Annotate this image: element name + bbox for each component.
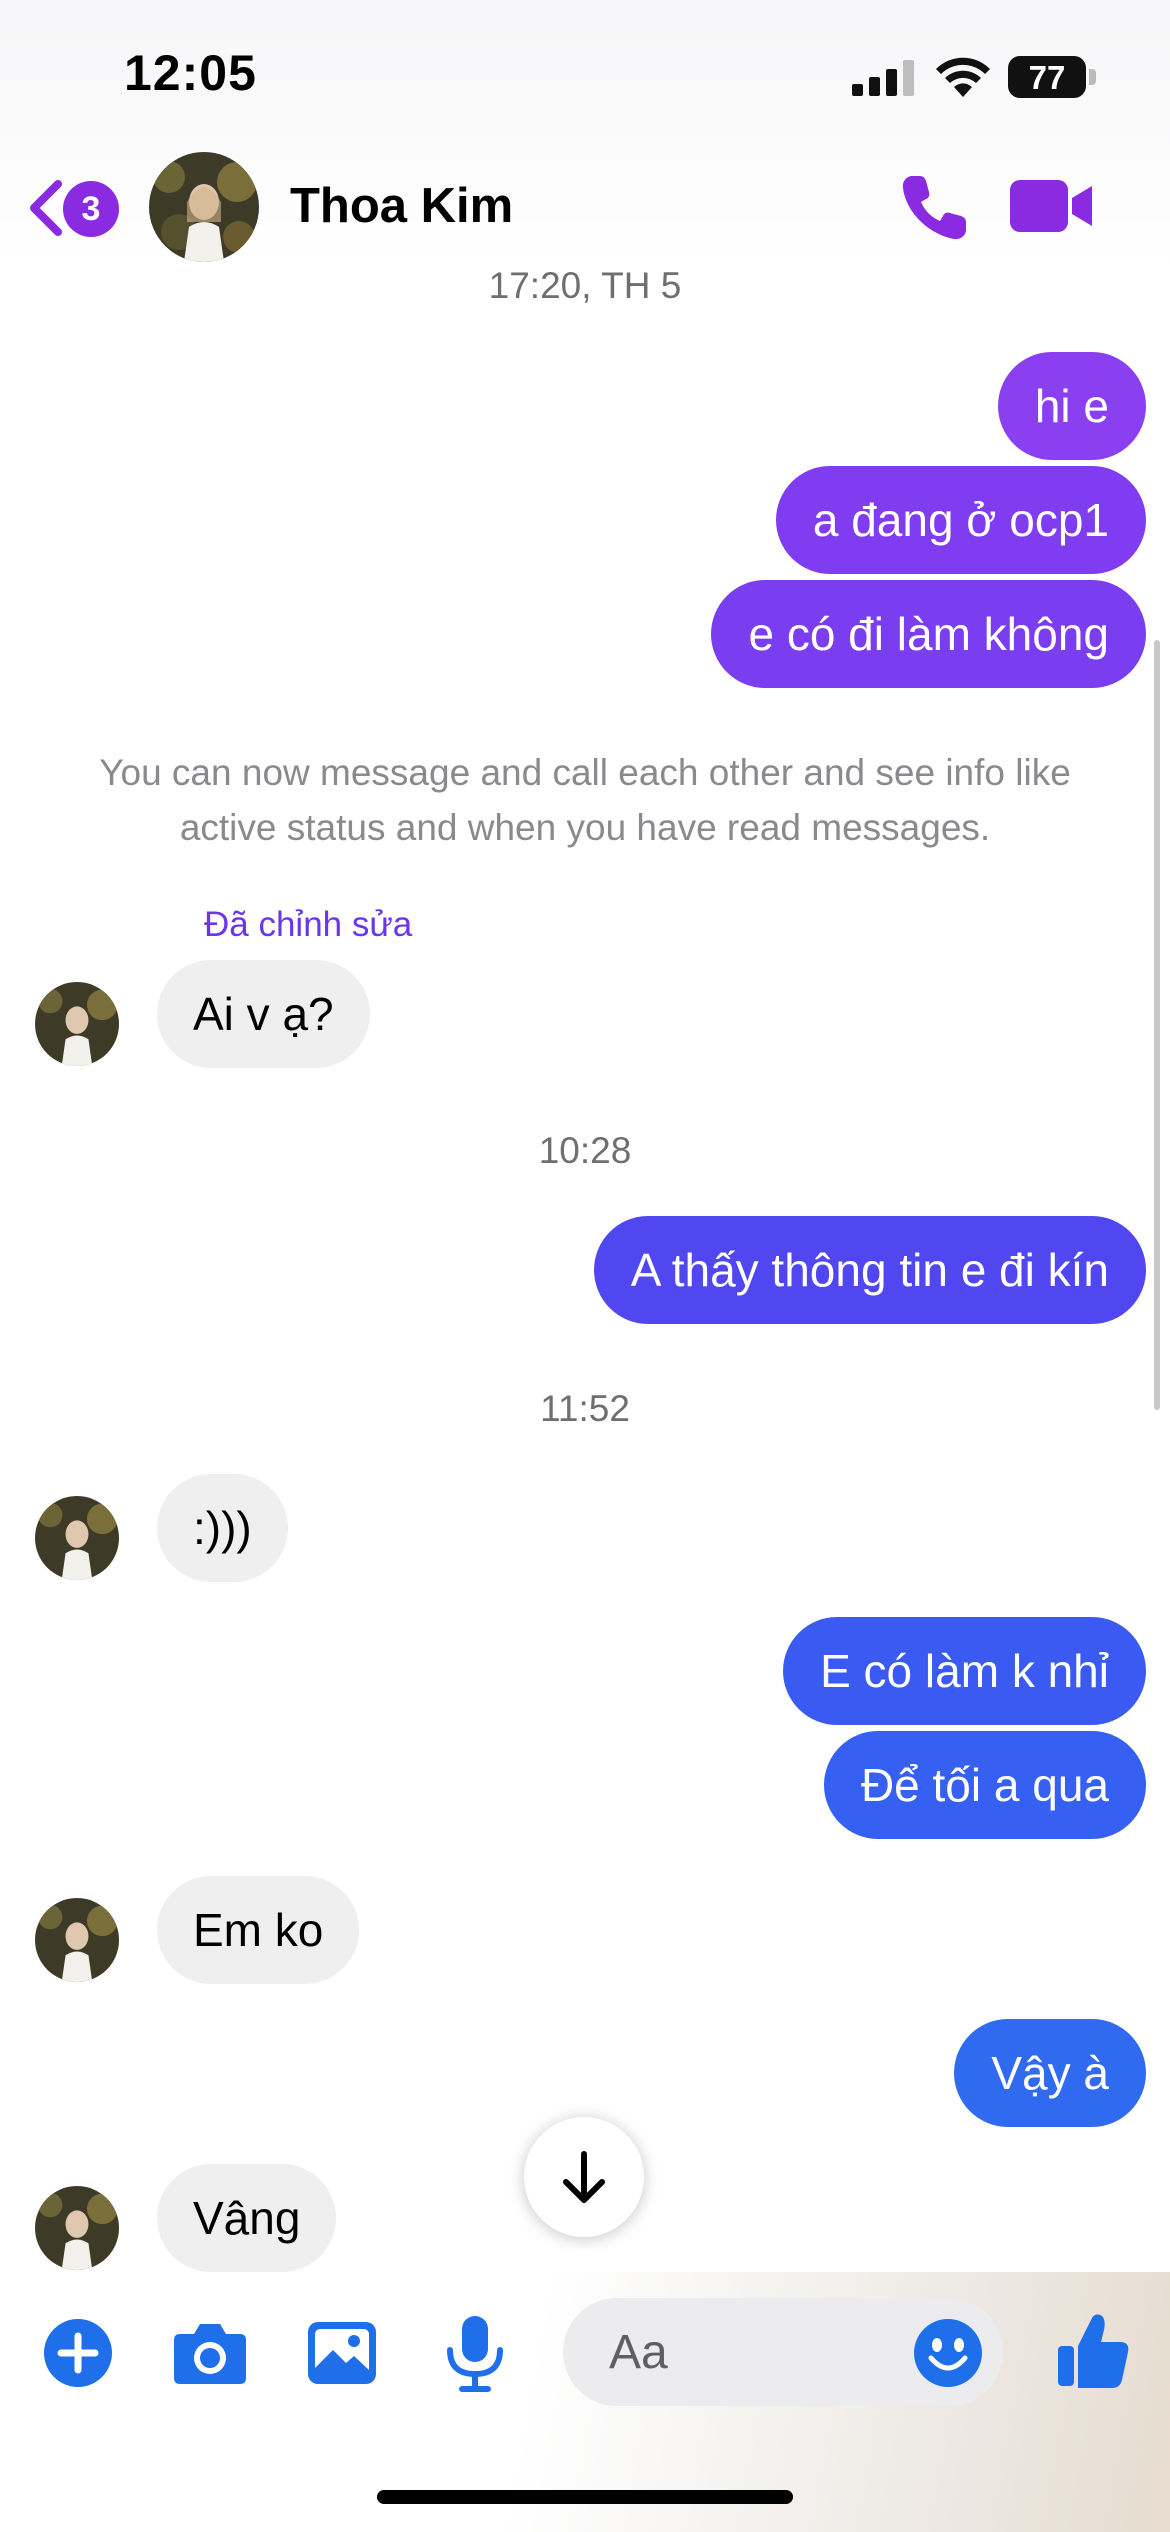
sent-message[interactable]: A thấy thông tin e đi kín bbox=[593, 1216, 1146, 1324]
sent-message[interactable]: Để tối a qua bbox=[823, 1731, 1146, 1839]
contact-avatar[interactable] bbox=[149, 152, 259, 262]
received-message[interactable]: :))) bbox=[157, 1474, 288, 1582]
sent-message[interactable]: hi e bbox=[997, 352, 1146, 460]
received-message[interactable]: Em ko bbox=[157, 1876, 360, 1984]
emoji-icon[interactable] bbox=[913, 2318, 983, 2388]
unread-count-badge[interactable]: 3 bbox=[63, 181, 119, 237]
video-camera-icon[interactable] bbox=[1010, 178, 1094, 234]
scroll-to-bottom-button[interactable] bbox=[524, 2117, 644, 2237]
sender-avatar[interactable] bbox=[35, 982, 119, 1066]
timestamp: 10:28 bbox=[538, 1130, 632, 1171]
phone-icon[interactable] bbox=[898, 170, 972, 244]
edited-label: Đã chỉnh sửa bbox=[204, 905, 413, 944]
contact-name[interactable]: Thoa Kim bbox=[290, 178, 513, 234]
scrollbar[interactable] bbox=[1154, 640, 1160, 1410]
arrow-down-icon bbox=[563, 2151, 605, 2203]
received-message[interactable]: Vâng bbox=[157, 2164, 337, 2272]
battery-icon: 77 bbox=[1008, 56, 1098, 98]
thumbs-up-icon[interactable] bbox=[1056, 2312, 1130, 2390]
info-notice: You can now message and call each other … bbox=[99, 752, 1071, 848]
sent-message[interactable]: Vậy à bbox=[954, 2019, 1146, 2127]
plus-icon[interactable] bbox=[43, 2318, 113, 2388]
battery-level: 77 bbox=[1028, 59, 1066, 96]
sender-avatar[interactable] bbox=[35, 1898, 119, 1982]
wifi-icon bbox=[936, 57, 990, 97]
camera-icon[interactable] bbox=[172, 2318, 248, 2388]
gallery-icon[interactable] bbox=[306, 2318, 378, 2388]
status-bar-time: 12:05 bbox=[124, 45, 257, 101]
cellular-signal-icon bbox=[852, 60, 914, 96]
sent-message[interactable]: E có làm k nhỉ bbox=[783, 1617, 1146, 1725]
sender-avatar[interactable] bbox=[35, 2186, 119, 2270]
timestamp: 11:52 bbox=[540, 1388, 630, 1429]
sender-avatar[interactable] bbox=[35, 1496, 119, 1580]
received-message[interactable]: Ai v ạ? bbox=[157, 960, 370, 1068]
home-indicator[interactable] bbox=[377, 2490, 793, 2504]
sent-message[interactable]: e có đi làm không bbox=[711, 580, 1146, 688]
sent-message[interactable]: a đang ở ocp1 bbox=[775, 466, 1146, 574]
timestamp: 17:20, TH 5 bbox=[488, 265, 682, 306]
microphone-icon[interactable] bbox=[440, 2314, 510, 2392]
